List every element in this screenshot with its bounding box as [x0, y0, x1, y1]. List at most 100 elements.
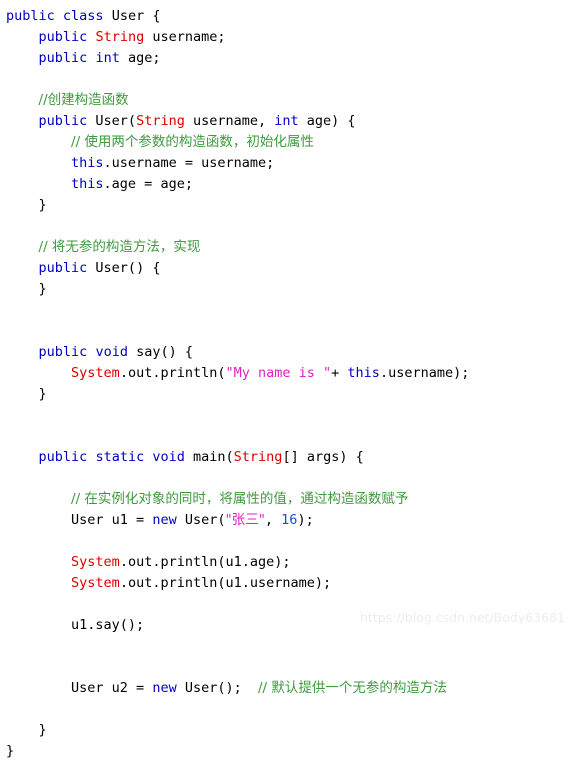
- code-token-type: System: [71, 554, 120, 570]
- code-token-keyword: new: [152, 680, 177, 696]
- code-token-comment: // 将无参的构造方法，实现: [38, 239, 201, 255]
- code-token-plain: User {: [103, 8, 161, 24]
- code-token-keyword: new: [152, 512, 177, 528]
- code-line: public String username;: [6, 27, 573, 48]
- code-line: }: [6, 279, 573, 300]
- code-token-keyword: this: [71, 155, 104, 171]
- code-line: System.out.println(u1.username);: [6, 573, 573, 594]
- code-token-keyword: void: [152, 449, 185, 465]
- code-line: public User(String username, int age) {: [6, 111, 573, 132]
- code-line: public static void main(String[] args) {: [6, 447, 573, 468]
- code-viewer: public class User { public String userna…: [0, 0, 573, 759]
- code-token-type: String: [95, 29, 145, 45]
- code-token-plain: );: [297, 512, 314, 528]
- code-token-plain: User(: [87, 113, 137, 129]
- code-token-plain: .out.println(u1.username);: [119, 575, 332, 591]
- code-token-plain: }: [6, 743, 15, 759]
- code-token-keyword: void: [95, 344, 128, 360]
- code-token-keyword: public: [38, 260, 88, 276]
- code-token-plain: }: [6, 281, 47, 297]
- code-token-keyword: public: [6, 8, 55, 24]
- code-line: }: [6, 741, 573, 762]
- code-token-plain: .username);: [379, 365, 470, 381]
- code-token-plain: age;: [119, 50, 161, 66]
- code-token-comment: // 在实例化对象的同时，将属性的值，通过构造函数赋予: [71, 491, 409, 507]
- code-line: // 使用两个参数的构造函数，初始化属性: [6, 132, 573, 153]
- code-line: System.out.println(u1.age);: [6, 552, 573, 573]
- code-line: //创建构造函数: [6, 90, 573, 111]
- code-line: this.age = age;: [6, 174, 573, 195]
- code-token-comment: // 默认提供一个无参的构造方法: [257, 680, 447, 696]
- code-token-plain: }: [6, 722, 47, 738]
- code-token-plain: User u1 =: [6, 512, 153, 528]
- code-token-keyword: public: [38, 113, 88, 129]
- code-line: User u2 = new User(); // 默认提供一个无参的构造方法: [6, 678, 573, 699]
- code-token-plain: [] args) {: [282, 449, 364, 465]
- code-token-keyword: public: [38, 50, 88, 66]
- code-line: public User() {: [6, 258, 573, 279]
- code-token-plain: +: [331, 365, 348, 381]
- code-token-plain: }: [6, 197, 47, 213]
- code-line: User u1 = new User("张三", 16);: [6, 510, 573, 531]
- code-token-keyword: static: [95, 449, 145, 465]
- code-token-plain: .username = username;: [103, 155, 275, 171]
- code-line: public int age;: [6, 48, 573, 69]
- code-token-comment: //创建构造函数: [38, 92, 129, 108]
- code-token-plain: .age = age;: [103, 176, 193, 192]
- code-lines-container[interactable]: public class User { public String userna…: [6, 6, 573, 762]
- code-line: // 将无参的构造方法，实现: [6, 237, 573, 258]
- code-token-type: System: [71, 365, 120, 381]
- code-token-plain: }: [6, 386, 47, 402]
- code-token-keyword: int: [95, 50, 120, 66]
- code-token-string: "张三": [225, 512, 265, 528]
- code-token-plain: say() {: [127, 344, 193, 360]
- code-line: public class User {: [6, 6, 573, 27]
- code-token-keyword: public: [38, 344, 88, 360]
- code-token-type: String: [233, 449, 283, 465]
- code-line: }: [6, 384, 573, 405]
- code-token-keyword: public: [38, 449, 88, 465]
- code-line: }: [6, 195, 573, 216]
- code-token-plain: ,: [264, 512, 282, 528]
- code-token-plain: username;: [144, 29, 226, 45]
- code-line: }: [6, 720, 573, 741]
- code-token-plain: u1.say();: [6, 617, 145, 633]
- code-token-plain: main(: [184, 449, 234, 465]
- code-token-plain: username,: [184, 113, 275, 129]
- watermark-text: https://blog.csdn.net/Body63681: [359, 610, 565, 625]
- code-token-keyword: this: [71, 176, 104, 192]
- code-token-plain: .out.println(u1.age);: [119, 554, 291, 570]
- code-line: this.username = username;: [6, 153, 573, 174]
- code-line: public void say() {: [6, 342, 573, 363]
- code-line: // 在实例化对象的同时，将属性的值，通过构造函数赋予: [6, 489, 573, 510]
- code-token-type: String: [136, 113, 185, 129]
- code-token-keyword: class: [62, 8, 104, 24]
- code-token-plain: .out.println(: [119, 365, 226, 381]
- code-token-plain: User u2 =: [6, 680, 153, 696]
